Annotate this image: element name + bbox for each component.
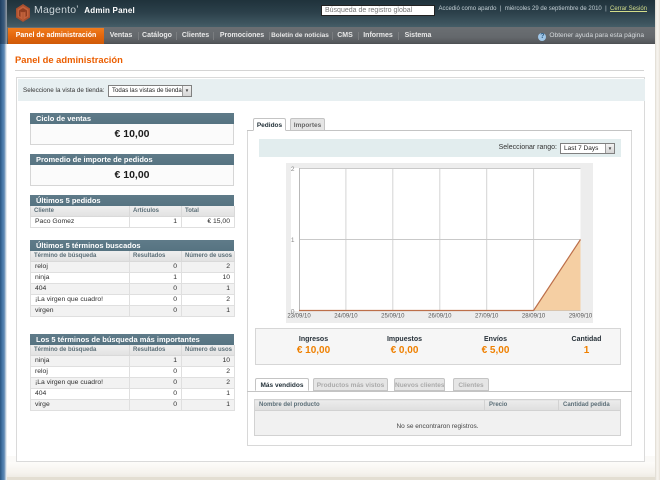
svg-text:26/09/10: 26/09/10 <box>428 314 452 320</box>
svg-text:27/09/10: 27/09/10 <box>475 314 499 320</box>
svg-text:2: 2 <box>291 166 295 173</box>
svg-text:29/09/10: 29/09/10 <box>569 314 593 320</box>
svg-text:23/09/10: 23/09/10 <box>287 314 311 320</box>
svg-text:28/09/10: 28/09/10 <box>522 314 546 320</box>
svg-text:25/09/10: 25/09/10 <box>381 314 405 320</box>
svg-text:24/09/10: 24/09/10 <box>334 314 358 320</box>
svg-text:1: 1 <box>291 237 295 244</box>
